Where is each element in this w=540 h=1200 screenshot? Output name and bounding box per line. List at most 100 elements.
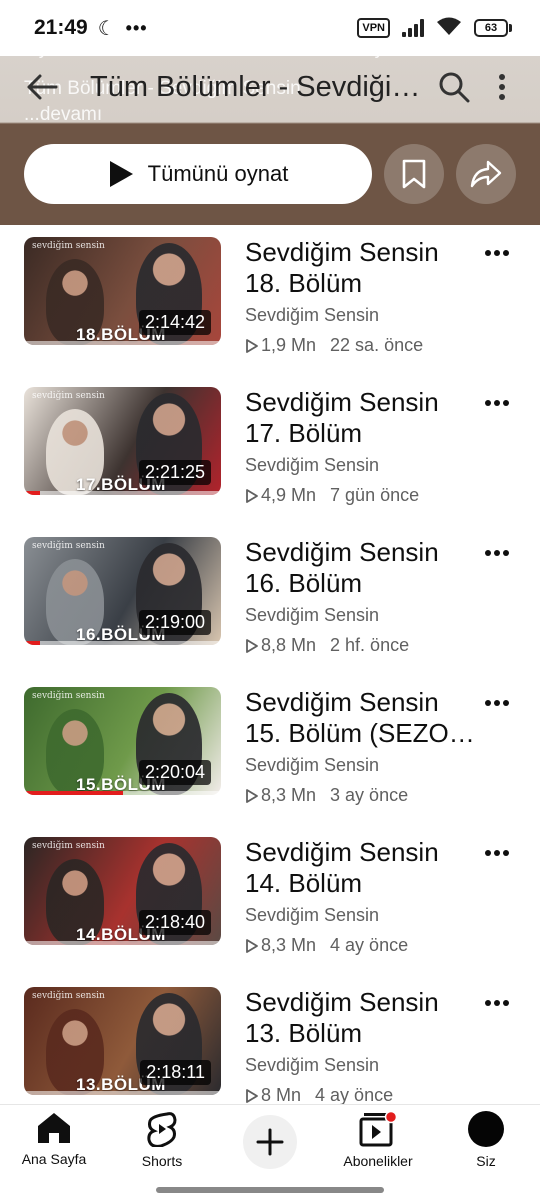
back-button[interactable]: [20, 65, 64, 109]
channel-name: Sevdiğim Sensin: [245, 905, 380, 925]
video-title: Sevdiğim Sensin 13. Bölüm: [245, 987, 439, 1048]
upload-age: 22 sa. önce: [330, 335, 424, 355]
video-more-button[interactable]: [482, 241, 512, 265]
play-outline-icon: [246, 788, 258, 803]
video-list-item[interactable]: sevdiğim sensin 17.BÖLÜM 2:21:25 Sevdiği…: [0, 375, 540, 505]
channel-name: Sevdiğim Sensin: [245, 1055, 380, 1075]
home-icon: [38, 1113, 70, 1143]
more-horiz-icon: [485, 250, 509, 256]
more-vert-icon: [499, 74, 505, 100]
video-title: Sevdiğim Sensin 15. Bölüm (SEZON FİNALİ): [245, 687, 468, 748]
play-all-button[interactable]: Tümünü oynat: [24, 144, 372, 204]
video-title: Sevdiğim Sensin 16. Bölüm: [245, 537, 439, 598]
nav-subscriptions-label: Abonelikler: [343, 1153, 413, 1169]
nav-home[interactable]: Ana Sayfa: [0, 1111, 108, 1181]
play-outline-icon: [246, 338, 258, 353]
view-count: 4,9 Mn: [245, 485, 316, 506]
duration-badge: 2:18:11: [140, 1060, 211, 1085]
battery-icon: 63: [474, 19, 512, 37]
shorts-icon: [147, 1112, 177, 1147]
upload-age: 3 ay önce: [330, 785, 409, 805]
thumbnail-brand: sevdiğim sensin: [32, 691, 105, 701]
view-count-text: 8,3 Mn: [261, 935, 317, 955]
video-thumbnail[interactable]: sevdiğim sensin 14.BÖLÜM 2:18:40: [24, 837, 221, 945]
more-horiz-icon: [485, 850, 509, 856]
video-thumbnail[interactable]: sevdiğim sensin 15.BÖLÜM 2:20:04: [24, 687, 221, 795]
video-list-item[interactable]: sevdiğim sensin 18.BÖLÜM 2:14:42 Sevdiği…: [0, 225, 540, 355]
vpn-badge: VPN: [357, 18, 390, 38]
video-meta: 8,8 Mn 2 hf. önce: [245, 635, 475, 656]
duration-badge: 2:20:04: [138, 760, 211, 785]
bottom-navigation: Ana Sayfa Shorts Abonelikler Siz: [0, 1104, 540, 1200]
thumbnail-brand: sevdiğim sensin: [32, 391, 105, 401]
subscriptions-icon: [359, 1111, 397, 1147]
search-icon: [439, 72, 470, 103]
video-info[interactable]: Sevdiğim Sensin 13. Bölüm Sevdiğim Sensi…: [245, 987, 475, 1105]
view-count-text: 8,3 Mn: [261, 785, 317, 805]
play-icon: [109, 161, 133, 187]
nav-shorts[interactable]: Shorts: [108, 1111, 216, 1181]
video-more-button[interactable]: [482, 391, 512, 415]
video-info[interactable]: Sevdiğim Sensin 16. Bölüm Sevdiğim Sensi…: [245, 537, 475, 656]
video-info[interactable]: Sevdiğim Sensin 14. Bölüm Sevdiğim Sensi…: [245, 837, 475, 956]
playlist-actions: Tümünü oynat: [24, 144, 516, 204]
video-list-item[interactable]: sevdiğim sensin 15.BÖLÜM 2:20:04 Sevdiği…: [0, 675, 540, 805]
video-list-item[interactable]: sevdiğim sensin 16.BÖLÜM 2:19:00 Sevdiği…: [0, 525, 540, 655]
save-playlist-button[interactable]: [384, 144, 444, 204]
video-info[interactable]: Sevdiğim Sensin 15. Bölüm (SEZON FİNALİ)…: [245, 687, 475, 806]
video-more-button[interactable]: [482, 991, 512, 1015]
bookmark-icon: [402, 159, 426, 189]
more-horiz-icon: [485, 1000, 509, 1006]
playlist-header: Oynatma listesi · 18 video · Görüntüleme…: [0, 38, 540, 225]
play-all-label: Tümünü oynat: [147, 161, 289, 186]
watch-progress-track: [24, 341, 221, 345]
watch-progress-track: [24, 491, 221, 495]
status-bar: 21:49 ☾ ••• VPN 63: [0, 0, 540, 56]
view-count-text: 8 Mn: [261, 1085, 302, 1105]
view-count: 8,3 Mn: [245, 935, 316, 956]
video-meta: 4,9 Mn 7 gün önce: [245, 485, 475, 506]
video-thumbnail[interactable]: sevdiğim sensin 13.BÖLÜM 2:18:11: [24, 987, 221, 1095]
video-meta: 1,9 Mn 22 sa. önce: [245, 335, 475, 356]
nav-subscriptions[interactable]: Abonelikler: [324, 1111, 432, 1181]
battery-level: 63: [474, 19, 508, 37]
video-title: Sevdiğim Sensin 14. Bölüm: [245, 837, 439, 898]
thumbnail-brand: sevdiğim sensin: [32, 991, 105, 1001]
video-info[interactable]: Sevdiğim Sensin 18. Bölüm Sevdiğim Sensi…: [245, 237, 475, 356]
play-outline-icon: [246, 938, 258, 953]
page-title: Tüm Bölümler - Sevdiğim Sensin: [90, 70, 430, 103]
video-thumbnail[interactable]: sevdiğim sensin 16.BÖLÜM 2:19:00: [24, 537, 221, 645]
share-button[interactable]: [456, 144, 516, 204]
video-thumbnail[interactable]: sevdiğim sensin 17.BÖLÜM 2:21:25: [24, 387, 221, 495]
video-thumbnail[interactable]: sevdiğim sensin 18.BÖLÜM 2:14:42: [24, 237, 221, 345]
create-button[interactable]: [243, 1115, 297, 1169]
status-time: 21:49: [34, 16, 88, 39]
top-app-bar: Tüm Bölümler - Sevdiğim Sensin: [0, 50, 540, 124]
video-list-item[interactable]: sevdiğim sensin 14.BÖLÜM 2:18:40 Sevdiği…: [0, 825, 540, 955]
search-button[interactable]: [430, 63, 478, 111]
video-meta: 8,3 Mn 3 ay önce: [245, 785, 475, 806]
watch-progress-track: [24, 941, 221, 945]
video-title: Sevdiğim Sensin 17. Bölüm: [245, 387, 439, 448]
nav-shorts-label: Shorts: [141, 1153, 183, 1169]
wifi-icon: [436, 16, 462, 41]
more-horiz-icon: [485, 700, 509, 706]
video-title: Sevdiğim Sensin 18. Bölüm: [245, 237, 439, 298]
view-count-text: 8,8 Mn: [261, 635, 317, 655]
video-meta: 8 Mn 4 ay önce: [245, 1085, 475, 1105]
channel-name: Sevdiğim Sensin: [245, 755, 380, 775]
share-icon: [470, 160, 502, 188]
view-count: 8,3 Mn: [245, 785, 316, 806]
cell-signal-icon: [402, 19, 424, 37]
video-info[interactable]: Sevdiğim Sensin 17. Bölüm Sevdiğim Sensi…: [245, 387, 475, 506]
video-more-button[interactable]: [482, 841, 512, 865]
upload-age: 4 ay önce: [330, 935, 409, 955]
video-more-button[interactable]: [482, 541, 512, 565]
more-options-button[interactable]: [478, 63, 526, 111]
watch-progress-track: [24, 1091, 221, 1095]
video-list-item[interactable]: sevdiğim sensin 13.BÖLÜM 2:18:11 Sevdiği…: [0, 975, 540, 1105]
play-outline-icon: [246, 1088, 258, 1103]
video-more-button[interactable]: [482, 691, 512, 715]
nav-you[interactable]: Siz: [432, 1111, 540, 1181]
watch-progress-bar: [24, 491, 40, 495]
